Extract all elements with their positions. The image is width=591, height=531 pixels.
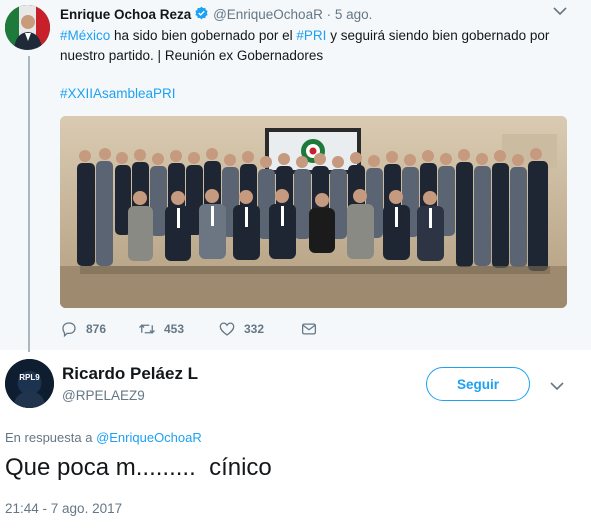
tweet-photo[interactable]	[60, 116, 567, 308]
like-action[interactable]: 332	[218, 320, 264, 338]
chevron-down-icon[interactable]	[552, 4, 568, 18]
like-icon	[219, 322, 235, 336]
retweet-action[interactable]: 453	[138, 320, 184, 338]
chevron-down-icon[interactable]	[549, 380, 565, 392]
message-icon	[301, 323, 317, 335]
verified-badge-icon	[195, 6, 208, 20]
reply-action[interactable]: 876	[60, 320, 106, 338]
reply-tweet-text: Que poca m......... cínico	[5, 454, 272, 481]
parent-tweet-time[interactable]: 5 ago.	[335, 7, 373, 22]
tweet-actions: 876 453 332	[60, 320, 380, 340]
thread-line	[28, 56, 30, 352]
reply-prefix: En respuesta a	[5, 430, 97, 445]
tweet-text-part1: ha sido bien gobernado por el	[110, 28, 297, 43]
group-photo-image	[60, 116, 567, 308]
reply-context: En respuesta a @EnriqueOchoaR	[5, 430, 202, 445]
reply-avatar[interactable]: RPL9	[5, 359, 54, 408]
hashtag-asamblea[interactable]: #XXIIAsambleaPRI	[60, 86, 176, 101]
reply-to-link[interactable]: @EnriqueOchoaR	[96, 430, 202, 445]
avatar-logo-text: RPL9	[19, 373, 40, 382]
retweet-count: 453	[164, 322, 185, 336]
like-count: 332	[244, 322, 265, 336]
parent-tweet-header: Enrique Ochoa Reza @EnriqueOchoaR · 5 ag…	[60, 6, 372, 22]
parent-author-name[interactable]: Enrique Ochoa Reza	[60, 7, 191, 22]
reply-author-handle[interactable]: @RPELAEZ9	[62, 388, 145, 403]
reply-count: 876	[86, 322, 107, 336]
message-action[interactable]	[300, 320, 326, 338]
reply-author-name[interactable]: Ricardo Peláez L	[62, 364, 198, 384]
parent-tweet-text: #México ha sido bien gobernado por el #P…	[60, 26, 560, 66]
follow-button[interactable]: Seguir	[426, 367, 530, 401]
parent-author-handle[interactable]: @EnriqueOchoaR	[213, 7, 323, 22]
retweet-icon	[139, 324, 155, 334]
hashtag-pri[interactable]: #PRI	[296, 28, 326, 43]
reply-timestamp[interactable]: 21:44 - 7 ago. 2017	[5, 501, 122, 516]
parent-tweet[interactable]: Enrique Ochoa Reza @EnriqueOchoaR · 5 ag…	[0, 0, 591, 352]
parent-avatar[interactable]	[5, 5, 50, 50]
header-separator: ·	[326, 7, 332, 22]
hashtag-mexico[interactable]: #México	[60, 28, 110, 43]
reply-icon	[62, 322, 76, 338]
